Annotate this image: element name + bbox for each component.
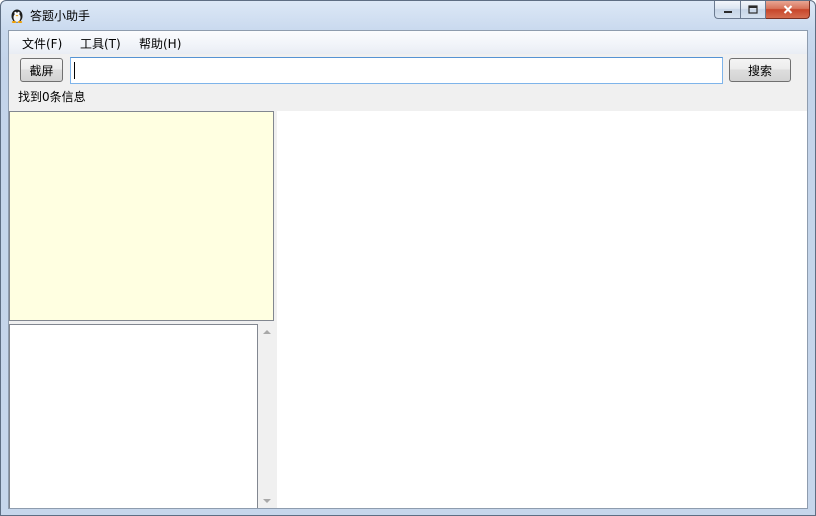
screenshot-button[interactable]: 截屏 (20, 58, 63, 82)
text-caret (74, 62, 75, 79)
client-area: 文件(F) 工具(T) 帮助(H) 截屏 搜索 找到0条信息 (8, 30, 808, 509)
maximize-icon (748, 5, 758, 14)
menu-help[interactable]: 帮助(H) (139, 35, 181, 52)
menu-bar: 文件(F) 工具(T) 帮助(H) (9, 31, 807, 54)
answer-display-panel[interactable] (277, 111, 807, 508)
result-list[interactable] (9, 324, 258, 508)
minimize-icon (723, 10, 732, 13)
scroll-up-arrow-icon[interactable] (263, 330, 271, 334)
scroll-down-arrow-icon[interactable] (263, 499, 271, 503)
info-panel[interactable] (9, 111, 274, 321)
penguin-icon (9, 7, 25, 23)
search-input[interactable] (70, 57, 723, 84)
window-controls (714, 1, 810, 21)
result-count-status: 找到0条信息 (18, 90, 86, 104)
menu-tools[interactable]: 工具(T) (80, 35, 121, 52)
maximize-button[interactable] (740, 1, 766, 19)
app-window: 答题小助手 文件(F) 工具(T) 帮助(H) 截屏 搜索 找到0条信息 (0, 0, 816, 516)
title-bar[interactable]: 答题小助手 (1, 1, 815, 30)
result-list-scrollbar[interactable] (259, 324, 275, 508)
menu-file[interactable]: 文件(F) (22, 35, 62, 52)
close-button[interactable] (766, 1, 810, 19)
window-title: 答题小助手 (30, 9, 91, 23)
close-icon (783, 5, 792, 14)
search-button[interactable]: 搜索 (729, 58, 791, 82)
minimize-button[interactable] (714, 1, 740, 19)
